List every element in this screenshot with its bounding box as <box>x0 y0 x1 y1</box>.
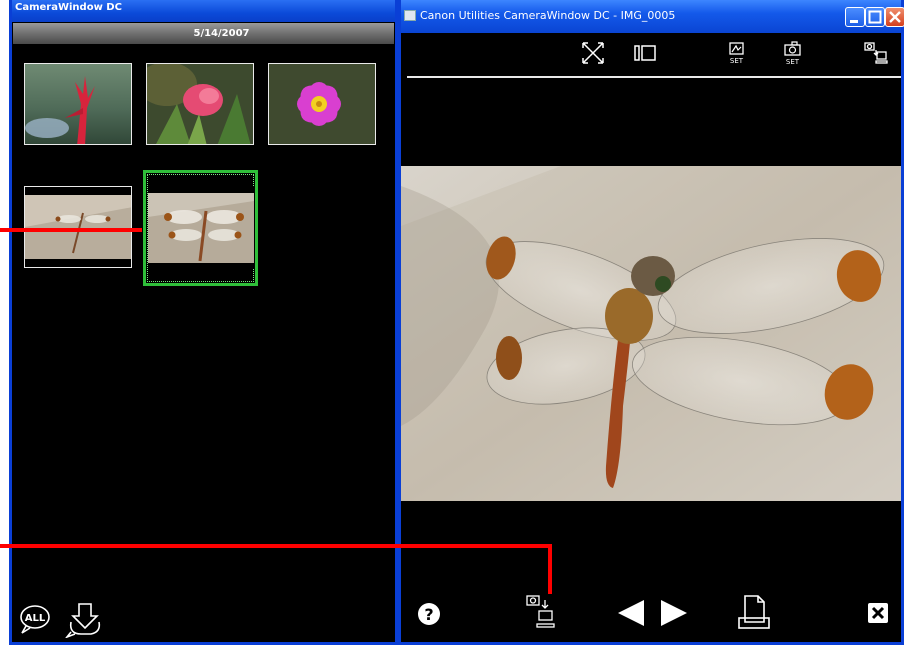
maximize-button[interactable] <box>865 7 885 27</box>
right-window-titlebar: Canon Utilities CameraWindow DC - IMG_00… <box>401 0 904 33</box>
help-glyph: ? <box>424 605 433 624</box>
thumbnail-1-image <box>25 64 131 144</box>
print-icon[interactable] <box>736 594 770 630</box>
camera-window-thumbnails: CameraWindow DC 5/14/2007 ALL <box>9 0 398 645</box>
right-window-title: Canon Utilities CameraWindow DC - IMG_00… <box>420 9 676 22</box>
camera-set-label: SET <box>786 58 800 66</box>
thumbnail-5-image <box>148 187 254 269</box>
previous-icon[interactable] <box>616 598 646 628</box>
callout-line-thumbnail <box>0 228 142 232</box>
help-icon[interactable]: ? <box>417 602 441 626</box>
date-label: 5/14/2007 <box>193 28 250 39</box>
set-label: SET <box>730 57 744 65</box>
main-image-viewer <box>401 166 901 501</box>
select-all-label: ALL <box>25 613 46 624</box>
viewer-bottom-bar: ? <box>401 592 901 642</box>
main-image <box>401 166 901 501</box>
thumbnail-5-selected[interactable] <box>143 170 258 286</box>
callout-line-transfer-horizontal <box>0 544 552 548</box>
callout-line-transfer-vertical <box>548 544 552 594</box>
thumbnail-5 <box>148 187 254 269</box>
app-icon <box>404 10 416 21</box>
date-header: 5/14/2007 <box>13 23 394 44</box>
thumbnail-2-image <box>147 64 253 144</box>
set-icon[interactable]: SET <box>723 39 751 67</box>
left-bottom-bar: ALL <box>12 596 395 642</box>
thumbnail-4[interactable] <box>24 186 132 268</box>
camera-set-icon[interactable]: SET <box>779 39 807 67</box>
download-icon[interactable] <box>64 602 101 639</box>
fit-screen-icon[interactable] <box>579 39 607 67</box>
thumbnail-2[interactable] <box>146 63 254 145</box>
camera-to-pc-icon[interactable] <box>861 39 889 67</box>
thumbnail-3-image <box>269 64 375 144</box>
single-view-icon[interactable] <box>631 39 659 67</box>
minimize-button[interactable] <box>845 7 865 27</box>
toolbar-divider <box>407 76 901 78</box>
window-close-button[interactable] <box>885 7 904 27</box>
bottom-camera-to-pc-icon[interactable] <box>525 594 555 632</box>
viewer-toolbar: SET SET <box>401 33 901 78</box>
next-icon[interactable] <box>659 598 689 628</box>
thumbnail-3[interactable] <box>268 63 376 145</box>
thumbnail-1[interactable] <box>24 63 132 145</box>
close-icon[interactable] <box>867 602 889 624</box>
image-viewer-window: Canon Utilities CameraWindow DC - IMG_00… <box>398 0 904 645</box>
left-window-title: CameraWindow DC <box>12 0 395 22</box>
select-all-icon[interactable]: ALL <box>18 602 52 636</box>
